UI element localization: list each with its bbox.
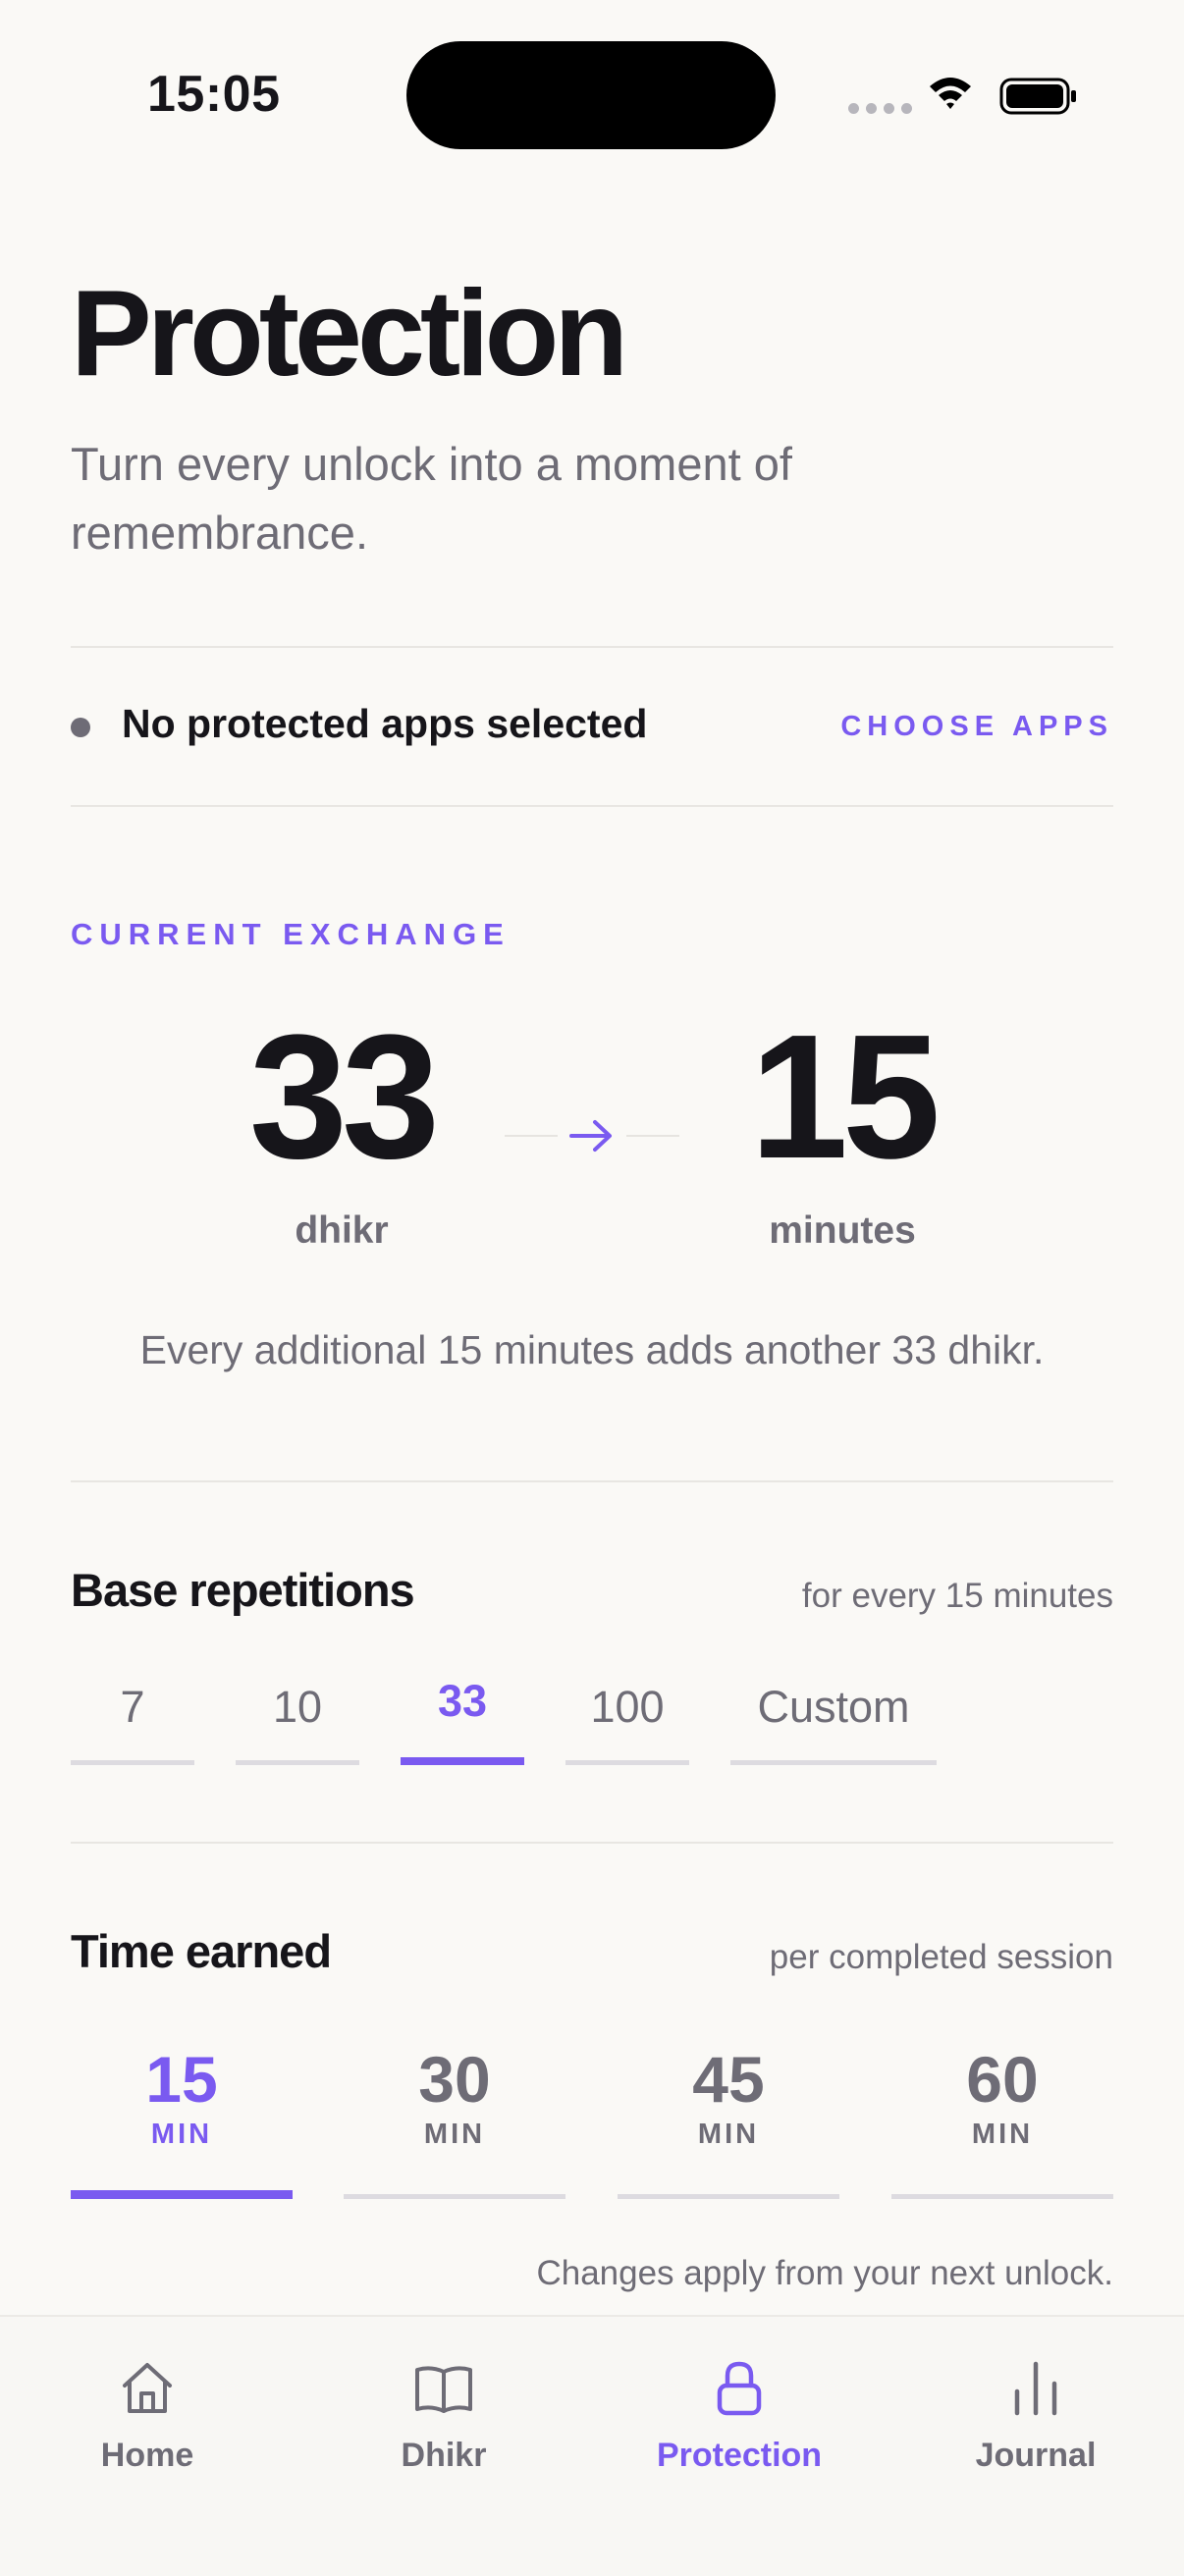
dhikr-count: 33 — [248, 998, 440, 1196]
minutes-unit: minutes — [769, 1209, 916, 1252]
tab-protection[interactable]: Protection — [641, 2356, 837, 2475]
cellular-dots-icon — [848, 103, 912, 114]
divider — [71, 646, 1113, 648]
base-repetitions-note: for every 15 minutes — [801, 1577, 1113, 1615]
divider — [71, 805, 1113, 807]
page-subtitle: Turn every unlock into a moment of remem… — [71, 438, 792, 559]
time-earned-title: Time earned — [71, 1925, 332, 1977]
dynamic-island — [406, 41, 776, 149]
bar-chart-icon — [1014, 2361, 1057, 2416]
exchange-line-left — [505, 1135, 558, 1137]
repetition-option-100[interactable]: 100 — [565, 1681, 689, 1765]
status-time: 15:05 — [147, 66, 281, 123]
battery-icon — [999, 78, 1076, 115]
minutes-count: 15 — [749, 998, 941, 1196]
repetition-option-custom[interactable]: Custom — [730, 1681, 937, 1765]
exchange-caption: Every additional 15 minutes adds another… — [139, 1327, 1045, 1372]
repetition-option-10[interactable]: 10 — [236, 1681, 359, 1765]
base-repetitions-title: Base repetitions — [71, 1564, 415, 1616]
time-option-45[interactable]: 45 MIN — [618, 2042, 839, 2199]
home-icon — [123, 2363, 172, 2413]
time-option-15[interactable]: 15 MIN — [71, 2042, 293, 2199]
tab-dhikr[interactable]: Dhikr — [346, 2356, 542, 2475]
time-earned-note: per completed session — [769, 1938, 1113, 1976]
tab-home[interactable]: Home — [49, 2356, 245, 2475]
apply-note: Changes apply from your next unlock. — [536, 2254, 1113, 2292]
book-icon — [415, 2366, 472, 2413]
divider — [71, 1480, 1113, 1482]
lock-icon — [717, 2361, 762, 2416]
divider — [71, 1842, 1113, 1844]
exchange-label: CURRENT EXCHANGE — [71, 917, 511, 951]
page-title: Protection — [71, 266, 628, 402]
repetition-option-7[interactable]: 7 — [71, 1681, 194, 1765]
exchange-line-right — [626, 1135, 679, 1137]
status-dot — [71, 718, 90, 737]
wifi-icon — [930, 78, 971, 109]
tab-journal[interactable]: Journal — [938, 2356, 1134, 2475]
dhikr-unit: dhikr — [295, 1209, 389, 1252]
repetition-option-33[interactable]: 33 — [401, 1676, 524, 1765]
time-option-30[interactable]: 30 MIN — [344, 2042, 565, 2199]
choose-apps-button[interactable]: CHOOSE APPS — [840, 711, 1113, 743]
protected-apps-status: No protected apps selected — [122, 701, 648, 746]
arrow-right-icon — [569, 1120, 612, 1152]
time-option-60[interactable]: 60 MIN — [891, 2042, 1113, 2199]
